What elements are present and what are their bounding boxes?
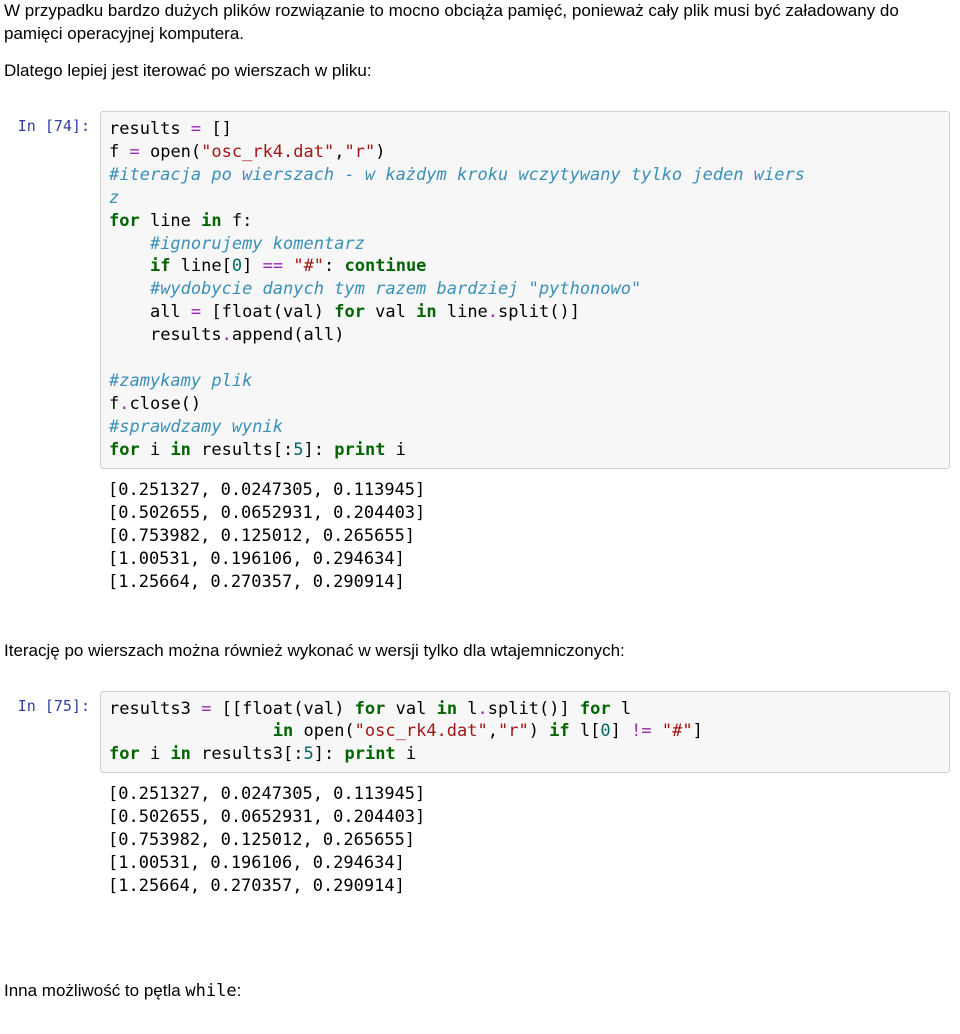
paragraph: Iterację po wierszach można również wyko… bbox=[4, 640, 956, 663]
code-cell-74-output: [0.251327, 0.0247305, 0.113945] [0.50265… bbox=[0, 473, 960, 600]
code-output: [0.251327, 0.0247305, 0.113945] [0.50265… bbox=[100, 777, 950, 904]
input-prompt: In [74]: bbox=[0, 111, 100, 135]
paragraph: W przypadku bardzo dużych plików rozwiąz… bbox=[4, 0, 956, 46]
code-cell-74: In [74]: results = [] f = open("osc_rk4.… bbox=[0, 111, 960, 469]
code-output: [0.251327, 0.0247305, 0.113945] [0.50265… bbox=[100, 473, 950, 600]
paragraph: Inna możliwość to pętla while: bbox=[4, 980, 956, 1003]
markdown-cell-2: Iterację po wierszach można również wyko… bbox=[0, 640, 960, 663]
code-cell-75-output: [0.251327, 0.0247305, 0.113945] [0.50265… bbox=[0, 777, 960, 904]
markdown-cell-1: W przypadku bardzo dużych plików rozwiąz… bbox=[0, 0, 960, 83]
markdown-cell-3: Inna możliwość to pętla while: bbox=[0, 980, 960, 1003]
code-input[interactable]: results3 = [[float(val) for val in l.spl… bbox=[100, 691, 950, 774]
inline-code: while bbox=[185, 981, 236, 1001]
output-prompt-empty bbox=[0, 777, 100, 783]
paragraph: Dlatego lepiej jest iterować po wierszac… bbox=[4, 60, 956, 83]
input-prompt: In [75]: bbox=[0, 691, 100, 715]
code-input[interactable]: results = [] f = open("osc_rk4.dat","r")… bbox=[100, 111, 950, 469]
code-cell-75: In [75]: results3 = [[float(val) for val… bbox=[0, 691, 960, 774]
output-prompt-empty bbox=[0, 473, 100, 479]
